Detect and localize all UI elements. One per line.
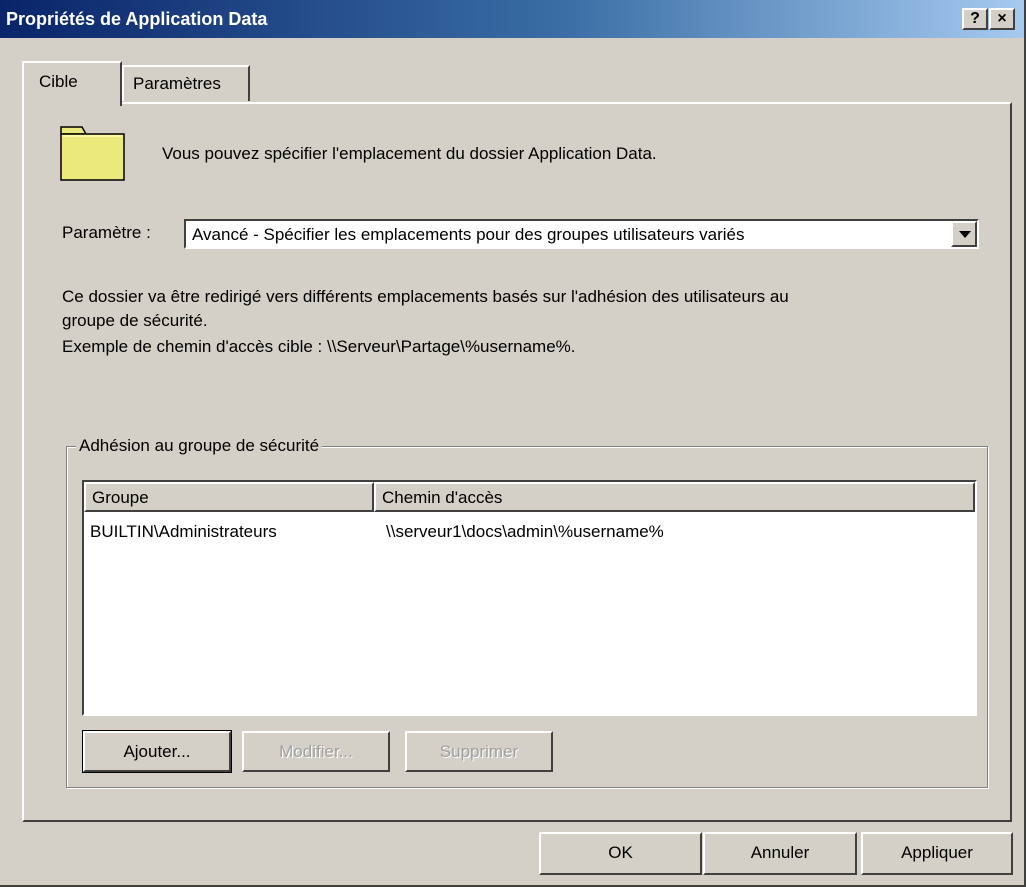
description-line-1: Ce dossier va être redirigé vers différe…	[62, 287, 789, 306]
add-button-label: Ajouter...	[123, 742, 191, 761]
help-button[interactable]: ?	[962, 8, 988, 30]
table-row[interactable]: BUILTIN\Administrateurs \\serveur1\docs\…	[84, 522, 975, 548]
properties-dialog: Propriétés de Application Data ? × Cible…	[0, 0, 1026, 887]
cancel-button-label: Annuler	[750, 843, 810, 862]
ok-button-label: OK	[608, 843, 633, 862]
intro-text: Vous pouvez spécifier l'emplacement du d…	[162, 144, 657, 163]
title-bar[interactable]: Propriétés de Application Data ? ×	[0, 0, 1024, 38]
ok-button[interactable]: OK	[539, 832, 702, 875]
apply-button[interactable]: Appliquer	[861, 832, 1013, 875]
description-line-2: groupe de sécurité.	[62, 311, 208, 330]
tab-parametres-label: Paramètres	[133, 74, 221, 93]
delete-button[interactable]: Supprimer	[405, 731, 553, 772]
folder-icon	[60, 126, 125, 181]
setting-label: Paramètre :	[62, 223, 151, 242]
tab-cible-label: Cible	[39, 72, 78, 91]
column-header-group[interactable]: Groupe	[84, 482, 374, 512]
chevron-down-icon[interactable]	[951, 221, 977, 247]
setting-dropdown-value: Avancé - Spécifier les emplacements pour…	[192, 225, 745, 244]
tab-parametres[interactable]: Paramètres	[122, 65, 250, 101]
apply-button-label: Appliquer	[901, 843, 973, 862]
window-title: Propriétés de Application Data	[6, 9, 268, 29]
column-header-path[interactable]: Chemin d'accès	[374, 482, 975, 512]
modify-button-label: Modifier...	[279, 742, 353, 761]
tab-cible[interactable]: Cible	[22, 61, 122, 106]
setting-dropdown[interactable]: Avancé - Spécifier les emplacements pour…	[184, 219, 979, 249]
row-group-cell: BUILTIN\Administrateurs	[90, 522, 277, 541]
example-path-text: Exemple de chemin d'accès cible : \\Serv…	[62, 337, 576, 356]
cancel-button[interactable]: Annuler	[703, 832, 857, 875]
close-button[interactable]: ×	[989, 8, 1015, 30]
add-button[interactable]: Ajouter...	[82, 730, 232, 773]
security-group-legend: Adhésion au groupe de sécurité	[76, 436, 323, 456]
delete-button-label: Supprimer	[439, 742, 519, 761]
modify-button[interactable]: Modifier...	[242, 731, 390, 772]
row-path-cell: \\serveur1\docs\admin\%username%	[386, 522, 664, 541]
security-group-list[interactable]: Groupe Chemin d'accès BUILTIN\Administra…	[82, 480, 977, 716]
